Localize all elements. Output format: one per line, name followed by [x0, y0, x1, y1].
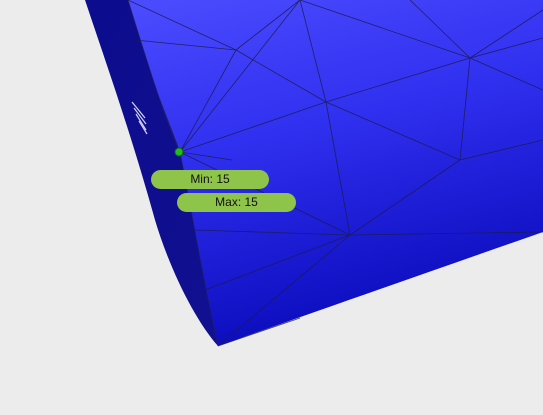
min-label-text: Min: 15 — [190, 172, 230, 186]
selected-vertex-marker[interactable] — [174, 147, 184, 157]
3d-viewport[interactable]: Min: 15 Max: 15 — [0, 0, 543, 415]
min-label-pill: Min: 15 — [151, 170, 269, 189]
max-label-text: Max: 15 — [215, 195, 258, 209]
max-label-pill: Max: 15 — [177, 193, 296, 212]
